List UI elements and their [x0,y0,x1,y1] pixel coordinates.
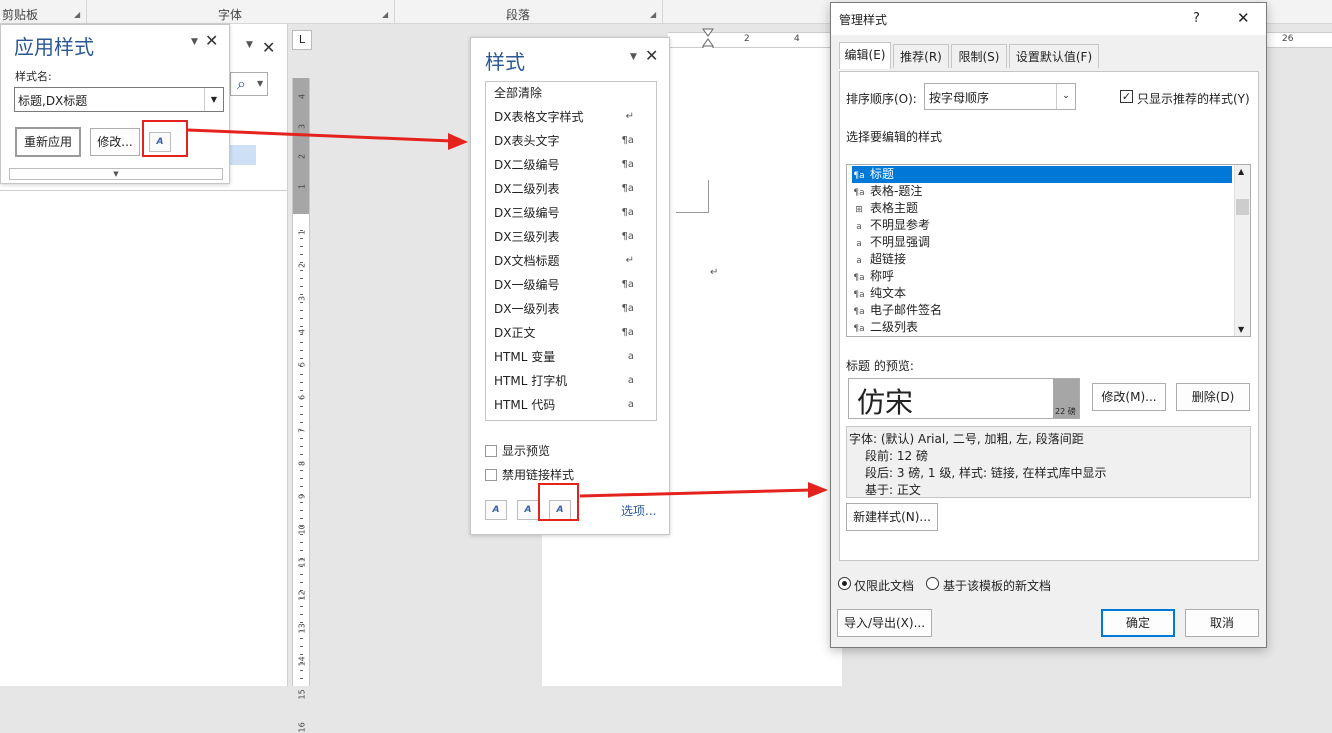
style-description: 字体: (默认) Arial, 二号, 加粗, 左, 段落间距 段前: 12 磅… [846,426,1251,498]
radio-template[interactable] [926,577,939,590]
manage-style-label: 表格-题注 [870,184,923,198]
arrow-line-1 [187,128,453,143]
preview-size: 22 磅 [1055,407,1076,416]
new-style-button[interactable]: 新建样式(N)... [846,503,938,531]
desc-line: 基于: 正文 [865,483,921,497]
delete-button[interactable]: 删除(D) [1176,383,1250,411]
manage-style-item[interactable]: a 不明显参考 [852,217,1232,234]
ruler-number: 16 [297,722,307,733]
arrowhead-2 [808,482,828,498]
select-style-label: 选择要编辑的样式 [846,130,943,144]
ruler-number: 15 [297,689,307,700]
manage-style-item[interactable]: a 超链接 [852,251,1232,268]
scroll-up-icon[interactable]: ▲ [1238,167,1244,176]
manage-style-item[interactable]: ¶a 表格-题注 [852,183,1232,200]
dialog-modify-button[interactable]: 修改(M)... [1092,383,1166,411]
preview-label: 标题 的预览: [846,359,914,373]
import-export-button[interactable]: 导入/导出(X)... [837,609,932,637]
radio-dot [842,581,847,586]
chevron-down-icon[interactable]: ⌄ [1056,84,1075,109]
manage-style-item[interactable]: ¶a 电子邮件签名 [852,302,1232,319]
help-icon[interactable]: ? [1193,11,1200,26]
preview-size-bar: 22 磅 [1053,379,1079,418]
preview-text: 仿宋 [857,386,914,419]
dialog-titlebar: 管理样式 ? ✕ [831,3,1266,35]
only-recommended-checkbox[interactable]: ✓ [1120,90,1133,103]
close-icon[interactable]: ✕ [1237,9,1250,27]
scroll-down-icon[interactable]: ▼ [1238,325,1244,334]
arrowhead-1 [448,133,468,150]
desc-line: 字体: (默认) Arial, 二号, 加粗, 左, 段落间距 [849,432,1084,446]
manage-style-item[interactable]: ¶a 纯文本 [852,285,1232,302]
only-recommended-label: 只显示推荐的样式(Y) [1137,92,1250,106]
sort-order-value: 按字母顺序 [929,91,990,105]
manage-style-item[interactable]: ¶a 二级列表 [852,319,1232,336]
dialog-title: 管理样式 [839,13,888,27]
manage-style-label: 二级列表 [870,320,919,334]
manage-style-item[interactable]: a 不明显强调 [852,234,1232,251]
tab-defaults[interactable]: 设置默认值(F) [1009,44,1099,68]
list-scrollbar[interactable]: ▲ ▼ [1234,165,1250,336]
tab-restrict[interactable]: 限制(S) [951,44,1007,68]
desc-line: 段后: 3 磅, 1 级, 样式: 链接, 在样式库中显示 [865,466,1107,480]
radio-this-document[interactable] [838,577,851,590]
manage-style-item[interactable]: ⊞ 表格主题 [852,200,1232,217]
manage-style-label: 不明显参考 [870,218,931,232]
manage-style-label: 纯文本 [870,286,907,300]
scroll-thumb[interactable] [1236,199,1249,215]
arrow-line-2 [579,488,813,498]
cancel-button[interactable]: 取消 [1185,609,1259,637]
manage-style-label: 超链接 [870,252,907,266]
manage-style-label: 称呼 [870,269,895,283]
manage-style-label: 标题 [870,167,895,181]
style-type-icon: ¶a [853,324,865,334]
radio-this-document-label: 仅限此文档 [854,579,915,593]
manage-style-item[interactable]: ¶a 标题 [852,166,1232,183]
manage-style-label: 电子邮件签名 [870,303,943,317]
style-preview-box: 仿宋 22 磅 [848,378,1080,419]
radio-template-label: 基于该模板的新文档 [943,579,1052,593]
sort-order-label: 排序顺序(O): [846,92,917,106]
desc-line: 段前: 12 磅 [865,449,928,463]
ok-button[interactable]: 确定 [1101,609,1175,637]
tab-recommend[interactable]: 推荐(R) [893,44,949,68]
sort-order-select[interactable]: 按字母顺序 ⌄ [924,83,1076,110]
manage-style-item[interactable]: ¶a 称呼 [852,268,1232,285]
manage-style-label: 不明显强调 [870,235,931,249]
tab-edit[interactable]: 编辑(E) [839,42,891,69]
manage-style-label: 表格主题 [870,201,919,215]
